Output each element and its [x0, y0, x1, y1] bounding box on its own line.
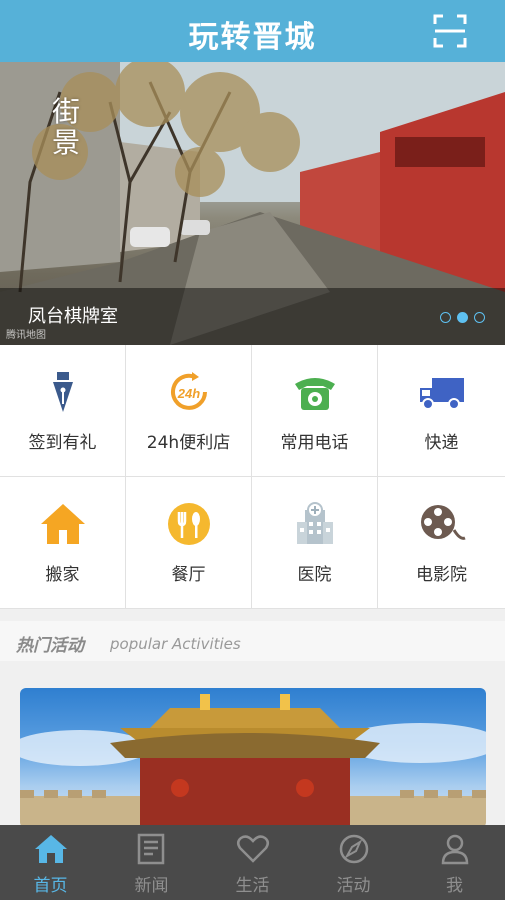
map-watermark: 腾讯地图: [6, 330, 46, 341]
service-cinema[interactable]: 电影院: [378, 477, 505, 609]
service-label: 24h便利店: [146, 433, 231, 453]
carousel-dot[interactable]: [474, 312, 485, 323]
service-label: 餐厅: [171, 565, 206, 585]
service-express[interactable]: 快递: [378, 345, 505, 477]
service-label: 医院: [297, 565, 332, 585]
fountain-pen-icon: [52, 372, 73, 412]
tab-label: 活动: [336, 876, 371, 896]
service-hospital[interactable]: 医院: [252, 477, 378, 609]
carousel-dot[interactable]: [440, 312, 451, 323]
activity-image: [20, 694, 486, 828]
newspaper-icon: [137, 833, 164, 865]
service-phone[interactable]: 常用电话: [252, 345, 378, 477]
section-subtitle: popular Activities: [110, 635, 241, 653]
heart-icon: [236, 835, 269, 863]
service-restaurant[interactable]: 餐厅: [126, 477, 252, 609]
service-label: 常用电话: [280, 433, 349, 453]
service-label: 搬家: [45, 565, 80, 585]
service-moving[interactable]: 搬家: [0, 477, 126, 609]
street-view-badge: 街景: [51, 95, 80, 159]
scan-icon[interactable]: [433, 14, 467, 48]
delivery-truck-icon: [419, 378, 464, 410]
hospital-icon: [296, 502, 333, 544]
page-title: 玩转晋城: [188, 20, 317, 55]
telephone-icon: [294, 378, 335, 410]
tab-label: 我: [446, 876, 463, 896]
house-icon: [40, 504, 85, 544]
banner-caption: 凤台棋牌室: [28, 306, 118, 327]
tab-me[interactable]: 我: [404, 825, 505, 900]
carousel-dot-active[interactable]: [457, 312, 468, 323]
home-icon: [34, 835, 67, 863]
service-label: 签到有礼: [28, 433, 97, 453]
services-grid: 签到有礼 24h 24h便利店 常用电话 快递 搬家 餐厅 医院 电影院: [0, 345, 505, 609]
top-bar: 玩转晋城: [0, 0, 505, 62]
compass-icon: [339, 834, 368, 864]
app-root: 玩转晋城 街景 凤台棋牌室 腾讯地图 签到有礼 24h 24h便利店 常用电话 …: [0, 0, 505, 900]
service-label: 快递: [424, 433, 459, 453]
restaurant-icon: [167, 503, 210, 545]
24h-clock-icon: 24h: [170, 372, 207, 410]
tab-label: 生活: [235, 876, 270, 896]
tab-life[interactable]: 生活: [202, 825, 303, 900]
service-label: 电影院: [416, 565, 467, 585]
tab-home[interactable]: 首页: [0, 825, 101, 900]
banner-carousel[interactable]: 街景 凤台棋牌室 腾讯地图: [0, 62, 505, 345]
tab-label: 新闻: [134, 876, 169, 896]
section-title: 热门活动: [16, 636, 84, 656]
popular-activities-header: 热门活动 popular Activities: [0, 621, 505, 661]
tab-label: 首页: [33, 876, 68, 896]
service-24h-store[interactable]: 24h 24h便利店: [126, 345, 252, 477]
svg-text:24h: 24h: [176, 386, 199, 401]
tab-news[interactable]: 新闻: [101, 825, 202, 900]
activity-card[interactable]: [20, 688, 486, 828]
carousel-indicator: [440, 312, 485, 323]
bottom-tab-bar: 首页 新闻 生活 活动 我: [0, 825, 505, 900]
user-icon: [441, 834, 468, 865]
tab-activities[interactable]: 活动: [303, 825, 404, 900]
service-sign-in[interactable]: 签到有礼: [0, 345, 126, 477]
film-reel-icon: [420, 505, 466, 540]
